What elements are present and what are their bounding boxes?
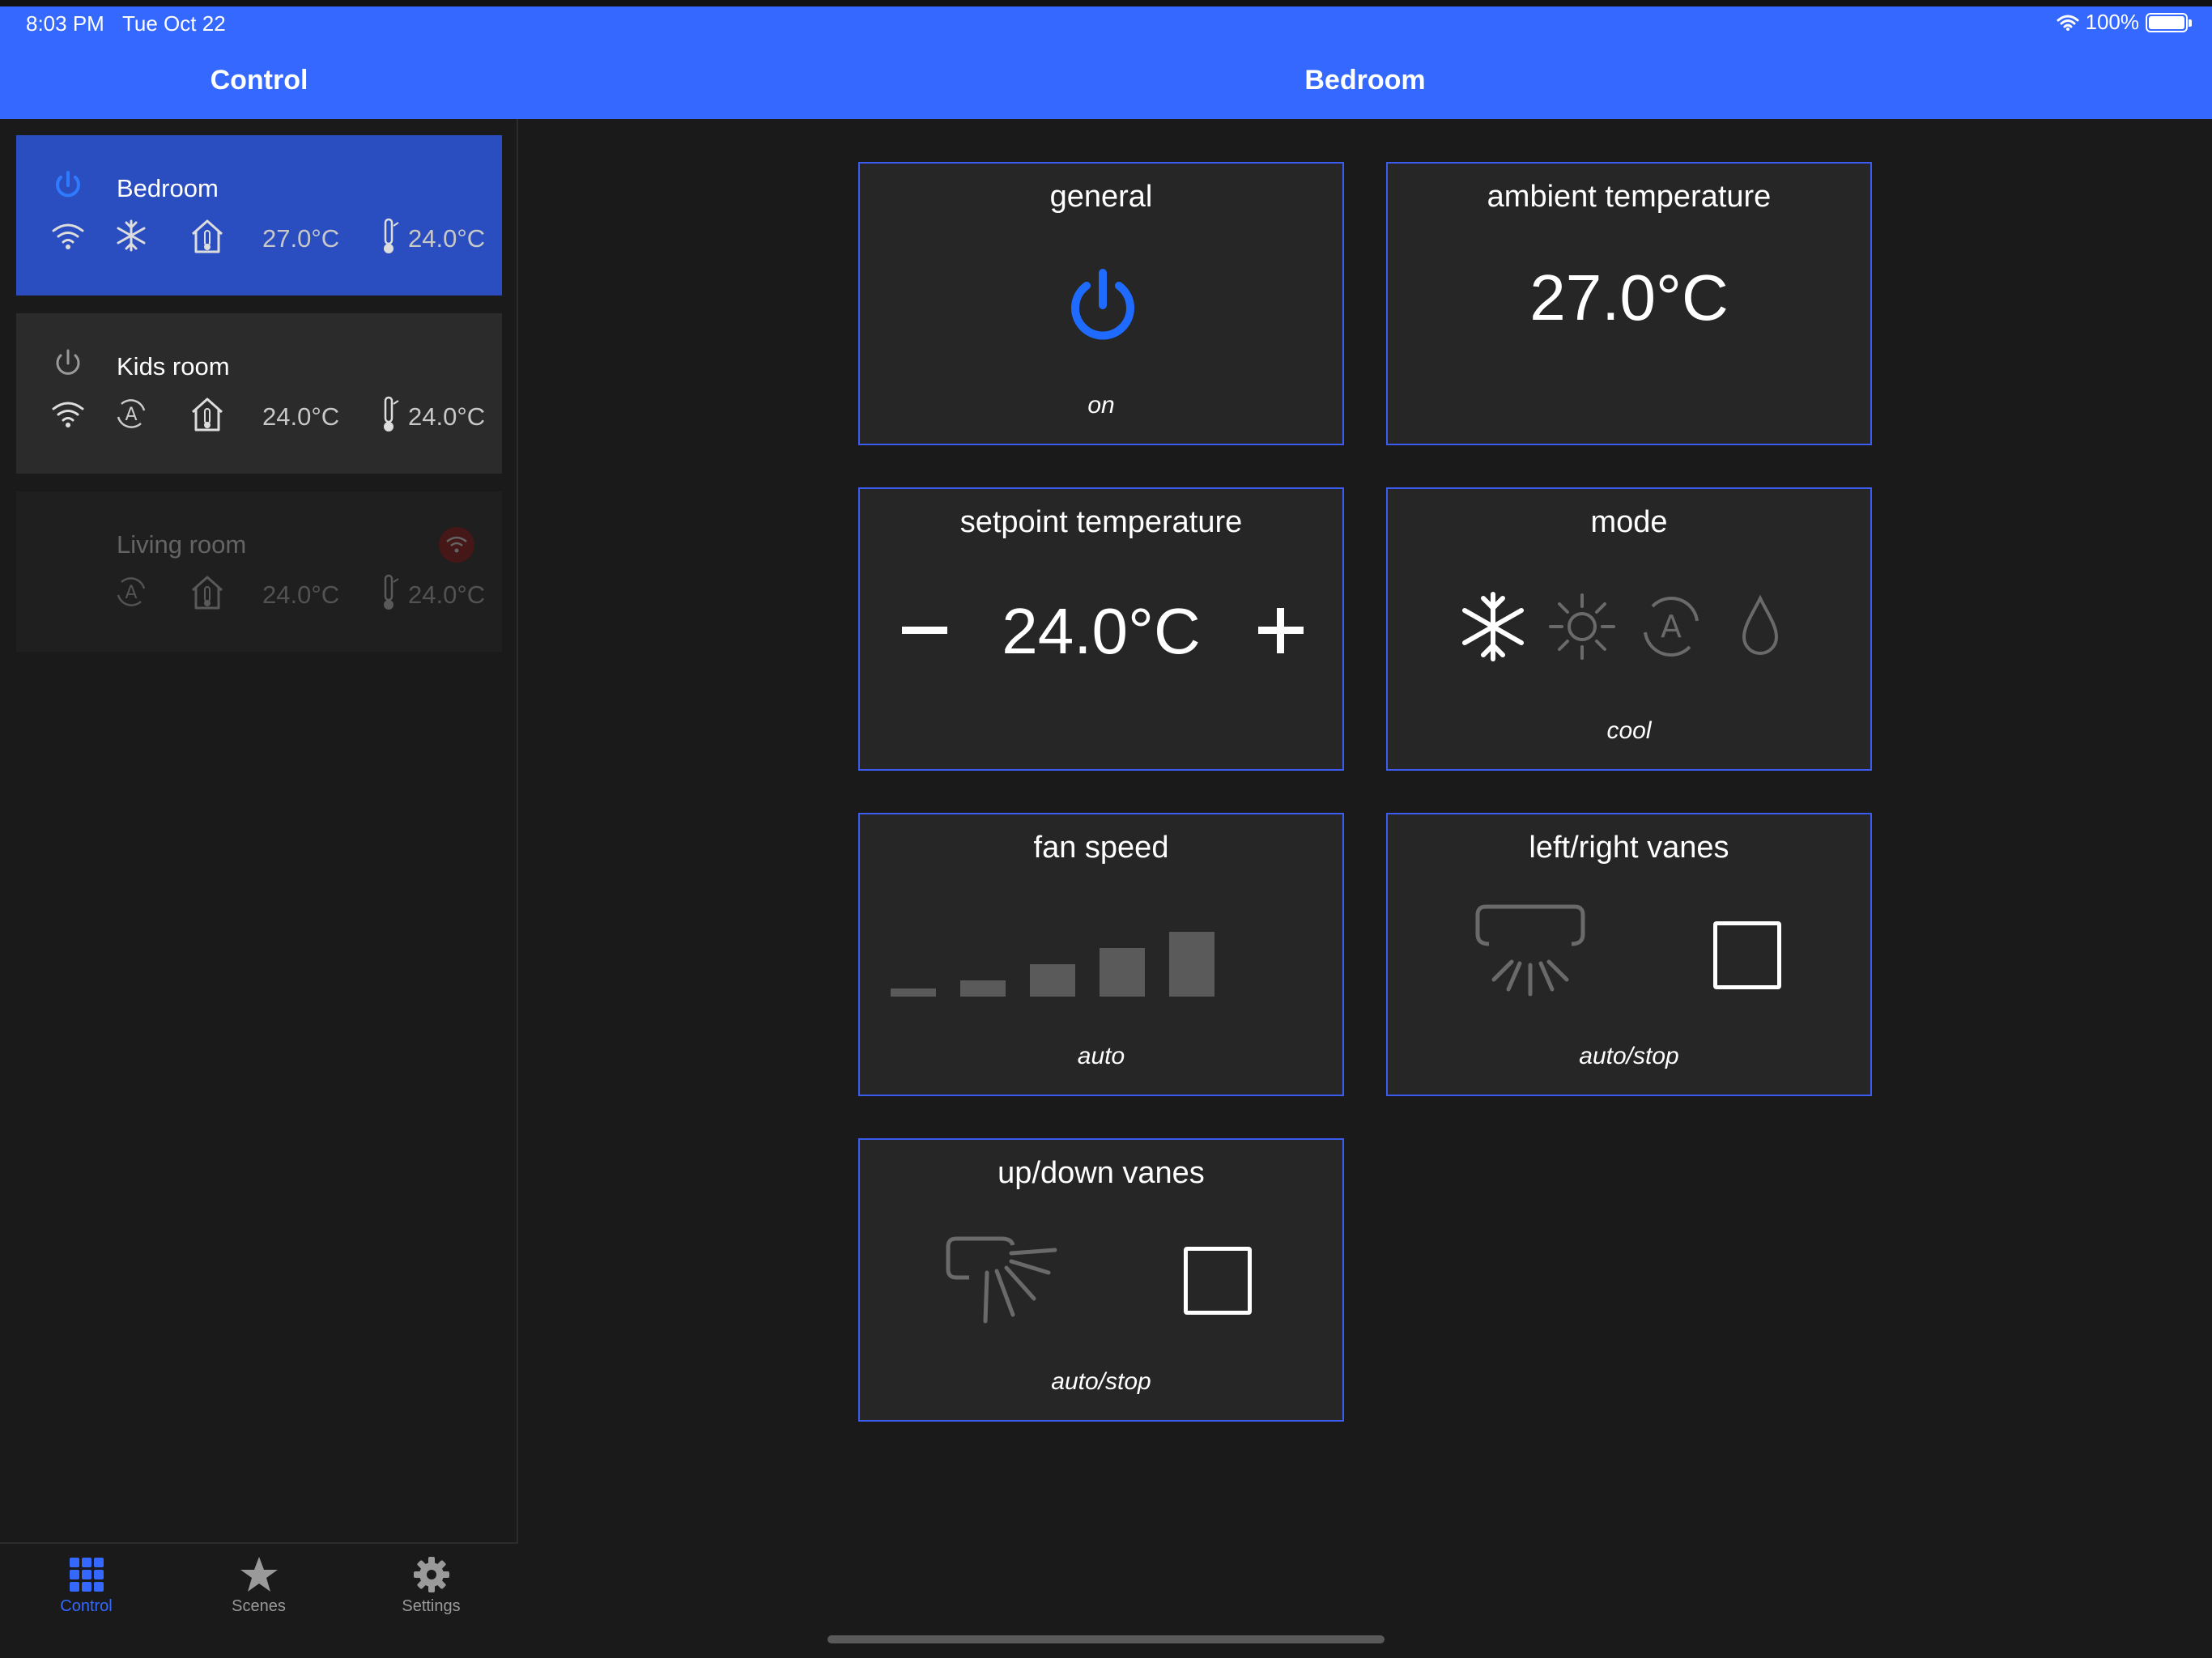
house-thermometer-icon xyxy=(192,219,223,253)
house-thermometer-icon xyxy=(192,397,223,432)
house-thermometer-icon xyxy=(192,576,223,610)
auto-mode-icon: A xyxy=(117,399,146,428)
setpoint-temp: 24.0°C xyxy=(408,402,486,431)
room-status-row: 27.0°C 24.0°C xyxy=(47,215,500,260)
tile-title: up/down vanes xyxy=(998,1156,1205,1190)
home-indicator[interactable] xyxy=(827,1635,1385,1643)
battery-icon xyxy=(2146,12,2192,32)
setpoint-temp: 24.0°C xyxy=(408,224,486,253)
ambient-temperature-value: 27.0°C xyxy=(1529,261,1729,334)
tile-up-down-vanes: up/down vanes auto/stop xyxy=(858,1138,1344,1422)
wifi-icon xyxy=(2057,15,2078,31)
tile-title: ambient temperature xyxy=(1487,180,1772,214)
tile-value: auto xyxy=(1077,1043,1125,1069)
page-title: Bedroom xyxy=(1304,65,1426,96)
room-sidebar: Bedroom 27.0°C 24.0°C Kids room A 24.0°C… xyxy=(0,119,518,1623)
tile-value: auto/stop xyxy=(1051,1368,1151,1395)
tile-value: on xyxy=(1087,392,1115,419)
status-date: Tue Oct 22 xyxy=(122,11,226,36)
lr-vanes-stop-button[interactable] xyxy=(1713,921,1781,989)
ambient-temp: 24.0°C xyxy=(262,580,340,609)
auto-mode-icon: A xyxy=(117,577,146,606)
tab-bar: Control Scenes Settings xyxy=(0,1542,518,1623)
tile-title: general xyxy=(1049,180,1153,214)
wifi-icon xyxy=(52,223,84,249)
wifi-icon xyxy=(52,402,84,427)
tile-title: fan speed xyxy=(1033,831,1169,865)
fan-speed-level-1[interactable] xyxy=(891,988,936,997)
tile-value: cool xyxy=(1606,717,1652,744)
power-icon xyxy=(56,171,80,198)
battery-percent: 100% xyxy=(2085,10,2140,34)
tile-title: left/right vanes xyxy=(1529,831,1729,865)
tab-scenes[interactable]: Scenes xyxy=(172,1555,345,1616)
grid-icon xyxy=(69,1558,104,1592)
thermometer-icon xyxy=(384,218,399,253)
status-time: 8:03 PM xyxy=(26,11,104,36)
tile-ambient-temperature: ambient temperature 27.0°C xyxy=(1386,162,1872,445)
ambient-temp: 27.0°C xyxy=(262,224,340,253)
snowflake-icon xyxy=(117,219,146,252)
tile-value: auto/stop xyxy=(1579,1043,1679,1069)
app-header: 8:03 PM Tue Oct 22 100% Control Bedroom xyxy=(0,0,2212,119)
tab-label: Scenes xyxy=(232,1597,286,1615)
tile-title: setpoint temperature xyxy=(959,505,1243,539)
setpoint-temp: 24.0°C xyxy=(408,580,486,609)
ac-unit-vertical-vanes-icon xyxy=(946,1236,1057,1324)
cool-mode-button[interactable] xyxy=(1457,590,1529,663)
wifi-error-icon xyxy=(439,527,474,563)
room-status-row: A 24.0°C 24.0°C xyxy=(47,393,500,438)
tile-general[interactable]: general on xyxy=(858,162,1344,445)
gear-icon xyxy=(413,1557,449,1592)
fan-speed-level-4[interactable] xyxy=(1100,948,1145,997)
power-icon[interactable] xyxy=(1062,265,1143,346)
tile-mode: mode A cool xyxy=(1386,487,1872,771)
svg-text:A: A xyxy=(125,405,137,425)
room-card-bedroom[interactable]: Bedroom 27.0°C 24.0°C xyxy=(16,135,502,295)
heat-mode-button[interactable] xyxy=(1546,590,1619,663)
auto-mode-button[interactable]: A xyxy=(1635,590,1708,663)
room-card-kids-room[interactable]: Kids room A 24.0°C 24.0°C xyxy=(16,313,502,474)
star-icon xyxy=(240,1557,278,1592)
tile-setpoint-temperature: setpoint temperature 24.0°C xyxy=(858,487,1344,771)
ambient-temp: 24.0°C xyxy=(262,402,340,431)
ac-unit-horizontal-vanes-icon xyxy=(1475,904,1585,997)
room-card-living-room[interactable]: Living room A 24.0°C 24.0°C xyxy=(16,491,502,652)
room-name: Bedroom xyxy=(117,174,219,202)
fan-speed-level-5[interactable] xyxy=(1169,932,1214,997)
dry-mode-button[interactable] xyxy=(1728,590,1793,663)
room-name: Kids room xyxy=(117,352,230,380)
tab-label: Control xyxy=(60,1597,113,1615)
power-icon xyxy=(56,349,80,375)
tile-title: mode xyxy=(1590,505,1668,539)
tab-control[interactable]: Control xyxy=(0,1555,172,1616)
svg-text:A: A xyxy=(1661,609,1682,644)
room-name: Living room xyxy=(117,530,247,559)
status-indicators: 100% xyxy=(2057,10,2192,35)
room-status-row: A 24.0°C 24.0°C xyxy=(47,571,500,616)
tab-label: Settings xyxy=(402,1597,461,1615)
increase-temperature-button[interactable] xyxy=(1249,598,1313,663)
ud-vanes-stop-button[interactable] xyxy=(1184,1247,1252,1315)
fan-speed-level-3[interactable] xyxy=(1030,964,1075,997)
tab-settings[interactable]: Settings xyxy=(345,1555,517,1616)
svg-text:A: A xyxy=(125,583,137,603)
thermometer-icon xyxy=(384,396,399,432)
tile-left-right-vanes: left/right vanes auto/stop xyxy=(1386,813,1872,1096)
fan-speed-level-2[interactable] xyxy=(960,980,1006,997)
thermometer-icon xyxy=(384,574,399,610)
sidebar-title: Control xyxy=(210,65,308,96)
tile-fan-speed: fan speed auto xyxy=(858,813,1344,1096)
